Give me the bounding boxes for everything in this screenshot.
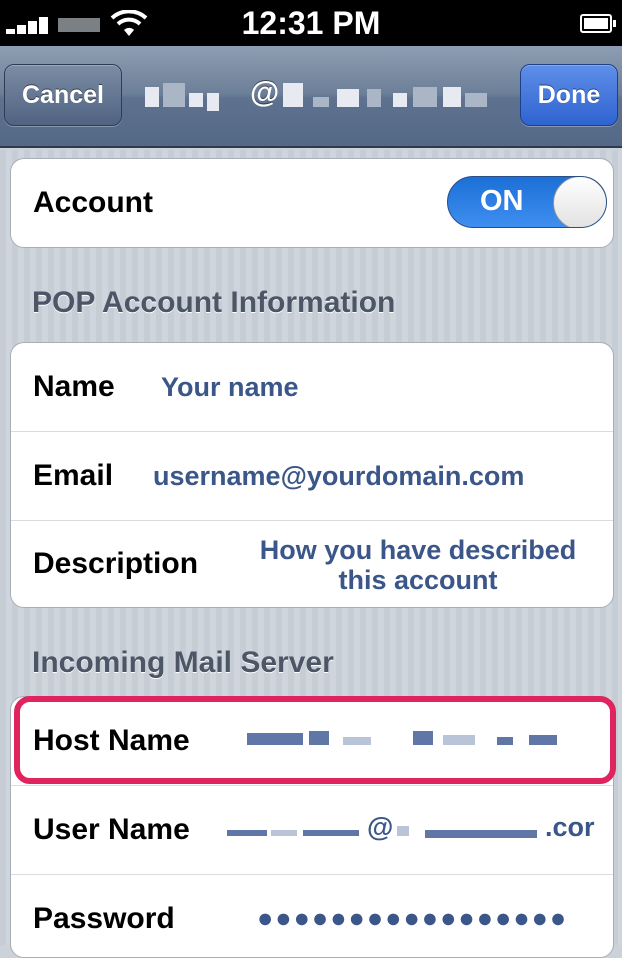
email-row[interactable]: Email username@yourdomain.com [11,432,613,521]
name-row[interactable]: Name Your name [11,343,613,432]
incoming-section-header: Incoming Mail Server [32,646,334,679]
host-name-value-redacted[interactable] [247,731,567,747]
nav-title-redacted [145,79,490,111]
description-row[interactable]: Description How you have described this … [11,521,613,607]
user-name-tail: .cor [545,812,595,842]
battery-icon [580,14,616,33]
description-value[interactable]: How you have described this account [237,535,599,595]
description-label: Description [33,547,199,580]
name-label: Name [33,370,115,403]
user-name-label: User Name [33,813,190,846]
navigation-bar: Cancel @ Done [0,46,622,148]
pop-section-header: POP Account Information [32,286,396,319]
description-line-1: How you have described [259,535,577,565]
host-name-label: Host Name [33,724,190,757]
user-name-at: @ [367,812,394,842]
account-row: Account ON [11,159,613,247]
email-value[interactable]: username@yourdomain.com [153,461,524,492]
status-bar: 12:31 PM [0,0,622,46]
cancel-button[interactable]: Cancel [4,64,122,126]
description-line-2: this account [338,565,498,595]
host-name-row[interactable]: Host Name [11,697,613,786]
account-label: Account [33,186,153,219]
incoming-server-group: Host Name User Name @ .cor Password ●●●●… [10,696,614,958]
password-row[interactable]: Password ●●●●●●●●●●●●●●●●● [11,875,613,957]
pop-account-group: Name Your name Email username@yourdomain… [10,342,614,608]
status-time: 12:31 PM [241,5,381,41]
password-value[interactable]: ●●●●●●●●●●●●●●●●● [257,903,568,934]
password-label: Password [33,902,175,935]
toggle-on-label: ON [480,185,524,217]
toggle-knob[interactable] [553,177,606,227]
user-name-row[interactable]: User Name @ .cor [11,786,613,875]
account-toggle[interactable]: ON [447,176,607,228]
name-value[interactable]: Your name [161,372,299,403]
user-name-value-redacted[interactable]: @ .cor [227,812,613,848]
nav-title-at-sign: @ [250,76,280,109]
email-label: Email [33,459,114,492]
done-button[interactable]: Done [520,64,618,126]
account-group: Account ON [10,158,614,248]
